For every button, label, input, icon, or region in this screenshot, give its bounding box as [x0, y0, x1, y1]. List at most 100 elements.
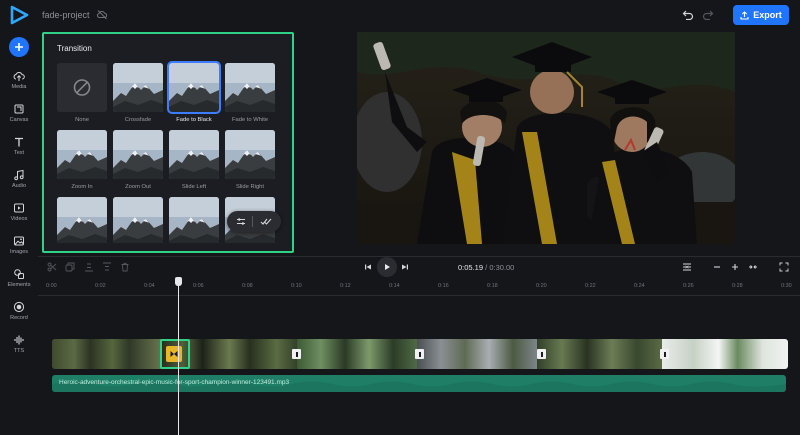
- transition-slide-right[interactable]: [225, 130, 275, 179]
- transition-item[interactable]: [169, 197, 219, 243]
- ruler-tick: 0:14: [389, 283, 400, 289]
- video-preview[interactable]: [357, 32, 735, 244]
- prohibit-icon: [73, 79, 91, 96]
- video-clip[interactable]: [52, 339, 162, 369]
- duplicate-icon[interactable]: [65, 262, 75, 272]
- audio-track[interactable]: Heroic-adventure-orchestral-epic-music-f…: [52, 375, 786, 392]
- upload-icon: [740, 10, 749, 20]
- sidebar-item-videos[interactable]: Videos: [0, 202, 38, 230]
- align-bottom-icon[interactable]: [84, 262, 94, 272]
- time-display: 0:05.19 / 0:30.00: [458, 263, 514, 272]
- timeline-ruler[interactable]: 0:00 0:02 0:04 0:06 0:08 0:10 0:12 0:14 …: [38, 280, 800, 296]
- sidebar-item-label: Text: [13, 150, 25, 156]
- transition-none[interactable]: [57, 63, 107, 112]
- transition-zoom-in[interactable]: [57, 130, 107, 179]
- transition-marker[interactable]: [292, 349, 301, 359]
- video-clip[interactable]: [417, 339, 537, 369]
- plus-icon: [15, 43, 23, 51]
- current-time: 0:05.19: [458, 263, 484, 272]
- sidebar-item-tts[interactable]: TTS: [0, 334, 38, 362]
- adjust-sliders-icon[interactable]: [236, 217, 246, 226]
- export-button[interactable]: Export: [733, 5, 789, 25]
- video-clip[interactable]: [297, 339, 417, 369]
- audio-track-label: Heroic-adventure-orchestral-epic-music-f…: [59, 379, 290, 386]
- ruler-tick: 0:10: [291, 283, 302, 289]
- sidebar: Media Canvas Text Audio Videos Images El…: [0, 30, 38, 435]
- sidebar-item-text[interactable]: Text: [0, 136, 38, 164]
- ruler-tick: 0:30: [781, 283, 792, 289]
- ruler-tick: 0:26: [683, 283, 694, 289]
- ruler-tick: 0:04: [144, 283, 155, 289]
- transition-label: None: [75, 117, 89, 123]
- zoom-out-icon[interactable]: [712, 262, 722, 272]
- sidebar-item-label: Elements: [7, 282, 31, 288]
- top-bar: fade-project Export: [0, 0, 800, 30]
- transition-slide-left[interactable]: [169, 130, 219, 179]
- transition-marker[interactable]: [660, 349, 669, 359]
- sidebar-item-images[interactable]: Images: [0, 235, 38, 263]
- video-clip[interactable]: [537, 339, 662, 369]
- export-label: Export: [753, 10, 782, 20]
- trash-icon[interactable]: [120, 262, 130, 272]
- transition-label: Zoom In: [71, 184, 93, 190]
- ruler-tick: 0:18: [487, 283, 498, 289]
- align-top-icon[interactable]: [102, 262, 112, 272]
- sidebar-item-label: TTS: [13, 348, 25, 354]
- split-icon[interactable]: [47, 262, 57, 272]
- skip-forward-icon[interactable]: [400, 262, 410, 272]
- project-name[interactable]: fade-project: [42, 10, 90, 20]
- sidebar-item-media[interactable]: Media: [0, 70, 38, 98]
- sidebar-item-audio[interactable]: Audio: [0, 169, 38, 197]
- panel-title: Transition: [57, 44, 92, 53]
- transition-label: Crossfade: [124, 117, 152, 123]
- play-icon: [385, 264, 390, 270]
- mountain-thumbnail-icon: [225, 130, 275, 179]
- transition-label: Zoom Out: [125, 184, 151, 190]
- transition-label: Slide Left: [181, 184, 207, 190]
- transition-item[interactable]: [113, 197, 163, 243]
- skip-back-icon[interactable]: [363, 262, 373, 272]
- mountain-thumbnail-icon: [113, 130, 163, 179]
- undo-icon[interactable]: [682, 9, 694, 20]
- ruler-tick: 0:20: [536, 283, 547, 289]
- transition-label: Slide Right: [235, 184, 265, 190]
- sidebar-item-elements[interactable]: Elements: [0, 268, 38, 296]
- transition-marker[interactable]: [537, 349, 546, 359]
- sidebar-item-canvas[interactable]: Canvas: [0, 103, 38, 131]
- fit-timeline-icon[interactable]: [748, 262, 758, 272]
- redo-icon[interactable]: [702, 9, 714, 20]
- mountain-thumbnail-icon: [57, 197, 107, 243]
- mountain-thumbnail-icon: [113, 63, 163, 112]
- mountain-thumbnail-icon: [225, 63, 275, 112]
- transition-item[interactable]: [57, 197, 107, 243]
- app-logo-icon[interactable]: [8, 5, 30, 25]
- cloud-sync-icon: [97, 10, 108, 20]
- text-icon: [15, 137, 23, 147]
- zoom-in-icon[interactable]: [730, 262, 740, 272]
- ruler-tick: 0:02: [95, 283, 106, 289]
- total-time: 0:30.00: [489, 263, 515, 272]
- sidebar-item-label: Canvas: [9, 117, 29, 123]
- transition-crossfade[interactable]: [113, 63, 163, 112]
- add-media-button[interactable]: [9, 37, 29, 57]
- music-note-icon: [14, 169, 24, 181]
- ruler-tick: 0:28: [732, 283, 743, 289]
- video-clip[interactable]: [662, 339, 788, 369]
- transition-marker[interactable]: [415, 349, 424, 359]
- fade-transition-badge[interactable]: [166, 346, 182, 362]
- transition-zoom-out[interactable]: [113, 130, 163, 179]
- transition-fade-to-black[interactable]: [167, 61, 221, 114]
- play-button[interactable]: [377, 257, 397, 277]
- sidebar-item-record[interactable]: Record: [0, 301, 38, 329]
- transition-label: Fade to White: [231, 117, 269, 123]
- fit-clips-icon[interactable]: [682, 262, 692, 272]
- sidebar-item-label: Videos: [10, 216, 28, 222]
- upload-cloud-icon: [13, 71, 25, 81]
- shapes-icon: [14, 269, 24, 279]
- transition-fade-to-white[interactable]: [225, 63, 275, 112]
- fullscreen-icon[interactable]: [779, 262, 789, 272]
- timeline-toolbar: 0:05.19 / 0:30.00: [38, 257, 800, 279]
- playhead-handle[interactable]: [175, 277, 182, 286]
- apply-to-all-icon[interactable]: [260, 217, 272, 226]
- playhead-line[interactable]: [178, 279, 179, 435]
